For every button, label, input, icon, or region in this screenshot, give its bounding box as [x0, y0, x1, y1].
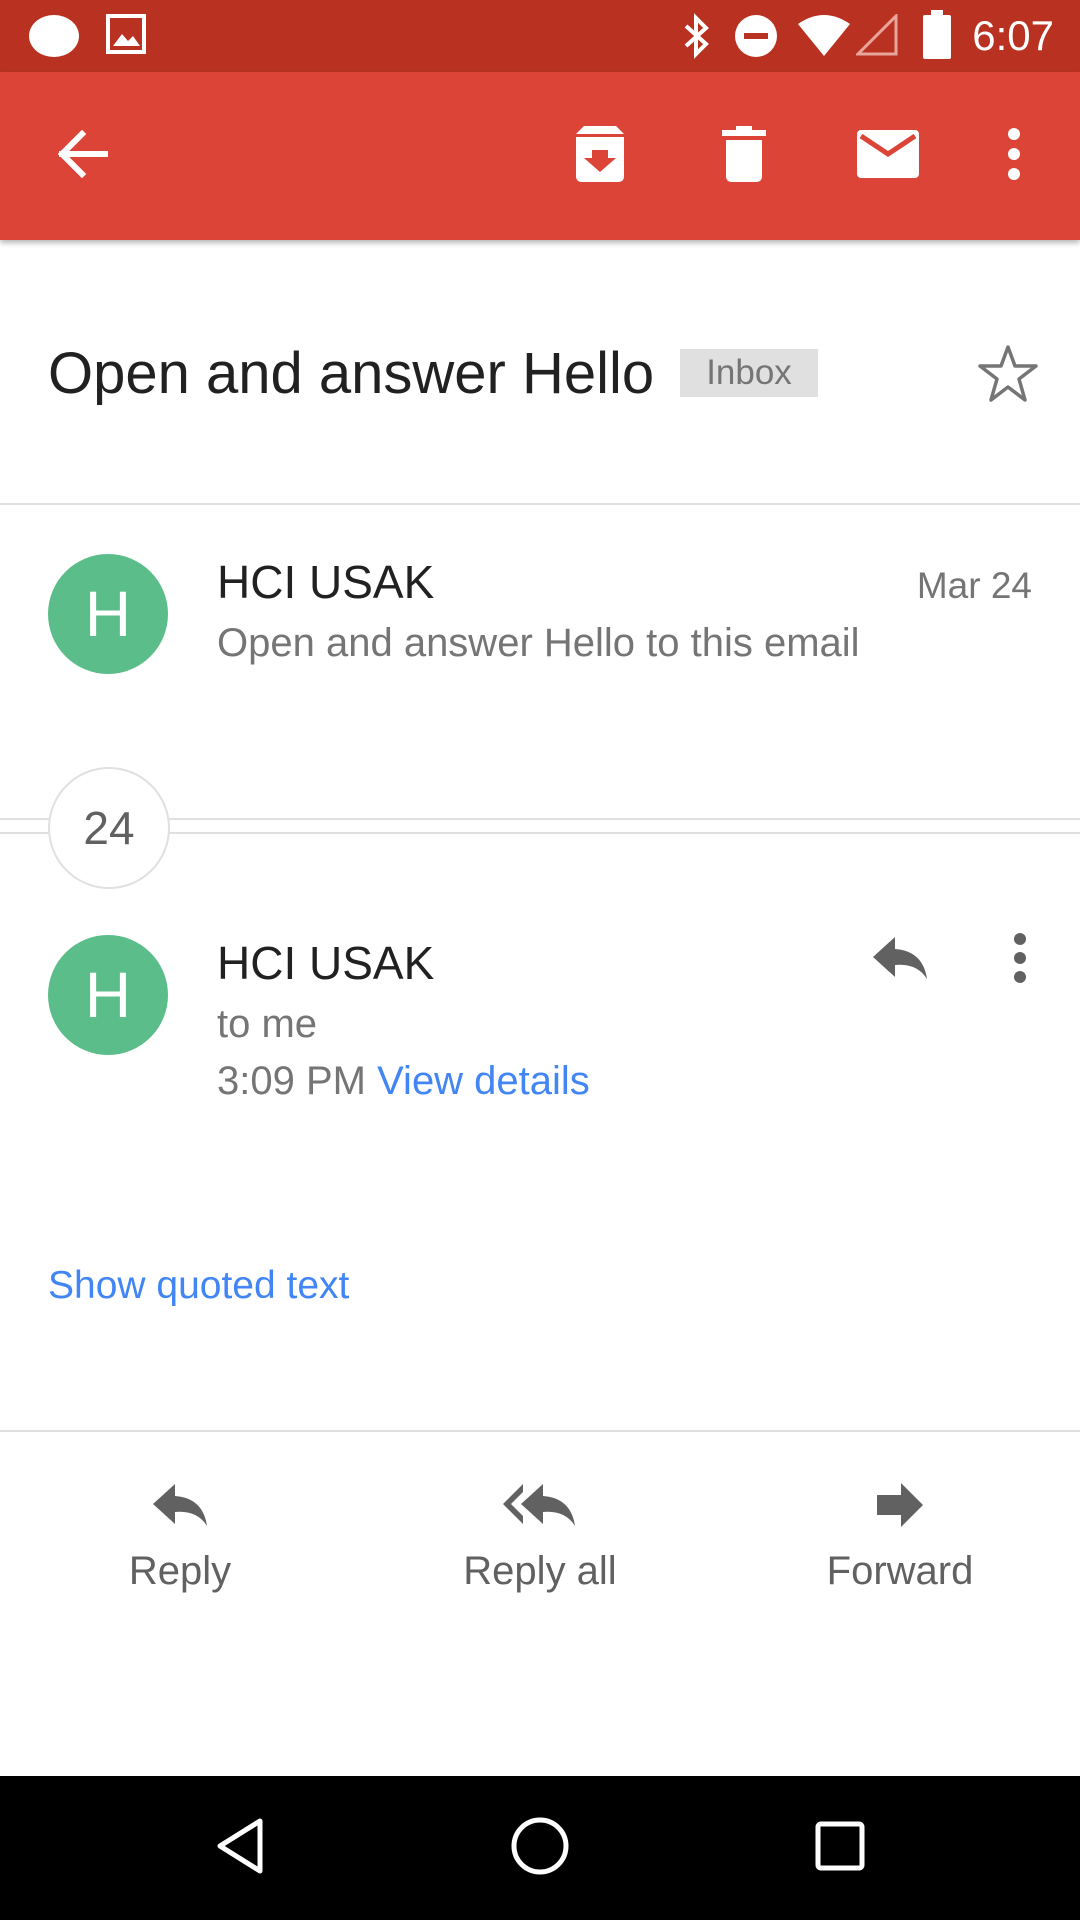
bluetooth-icon	[680, 12, 714, 65]
more-options-button[interactable]	[954, 72, 1074, 240]
mark-unread-button[interactable]	[828, 72, 948, 240]
status-bar: 6:07	[0, 0, 1080, 72]
divider	[0, 1430, 1080, 1432]
delete-icon	[722, 125, 766, 187]
sender-avatar: H	[48, 554, 168, 674]
reply-icon	[30, 1470, 330, 1540]
nav-recents-icon	[815, 1821, 865, 1876]
delete-button[interactable]	[684, 72, 804, 240]
star-button[interactable]	[968, 336, 1048, 416]
more-vert-icon	[1013, 932, 1027, 988]
sender-avatar: H	[48, 935, 168, 1055]
app-bar	[0, 72, 1080, 240]
back-button[interactable]	[22, 72, 142, 240]
mark-unread-icon	[857, 129, 919, 183]
message-more-button[interactable]	[980, 920, 1060, 1000]
sender-name: HCI USAK	[217, 937, 435, 989]
nav-recents-button[interactable]	[760, 1776, 920, 1920]
thread-subject: Open and answer Hello	[48, 341, 655, 406]
reply-icon	[871, 935, 929, 986]
reply-all-icon	[390, 1470, 690, 1540]
recipient-line: to me	[217, 1002, 318, 1046]
status-time: 6:07	[972, 12, 1054, 59]
signal-icon	[854, 12, 898, 61]
message-time: 3:09 PM	[217, 1059, 366, 1103]
forward-action-button[interactable]: Forward	[750, 1470, 1050, 1596]
forward-label: Forward	[826, 1549, 974, 1593]
forward-icon	[750, 1470, 1050, 1540]
archive-icon	[572, 125, 628, 187]
archive-button[interactable]	[540, 72, 660, 240]
message-snippet: Open and answer Hello to this email	[217, 621, 860, 665]
message-date: Mar 24	[916, 565, 1032, 606]
nav-back-button[interactable]	[160, 1776, 320, 1920]
reply-label: Reply	[128, 1549, 232, 1593]
star-outline-icon	[977, 344, 1039, 409]
navigation-bar	[0, 1776, 1080, 1920]
view-details-link[interactable]: View details	[377, 1059, 590, 1103]
reply-button[interactable]	[860, 920, 940, 1000]
battery-icon	[922, 10, 952, 65]
inbox-label-chip[interactable]: Inbox	[680, 349, 818, 397]
more-vert-icon	[1006, 127, 1022, 185]
collapsed-messages-count[interactable]: 24	[48, 767, 170, 889]
nav-back-icon	[214, 1817, 266, 1880]
notification-dot-icon	[28, 14, 80, 63]
wifi-icon	[796, 14, 852, 61]
reply-action-button[interactable]: Reply	[30, 1470, 330, 1596]
reply-all-action-button[interactable]: Reply all	[390, 1470, 690, 1596]
back-arrow-icon	[56, 129, 109, 183]
nav-home-icon	[510, 1816, 570, 1881]
image-icon	[106, 14, 146, 59]
reply-all-label: Reply all	[463, 1549, 617, 1593]
show-quoted-text-link[interactable]: Show quoted text	[48, 1262, 349, 1310]
nav-home-button[interactable]	[460, 1776, 620, 1920]
sender-name: HCI USAK	[217, 556, 435, 608]
message-time-line: 3:09 PM View details	[217, 1056, 590, 1106]
do-not-disturb-icon	[734, 14, 778, 63]
divider	[0, 503, 1080, 505]
